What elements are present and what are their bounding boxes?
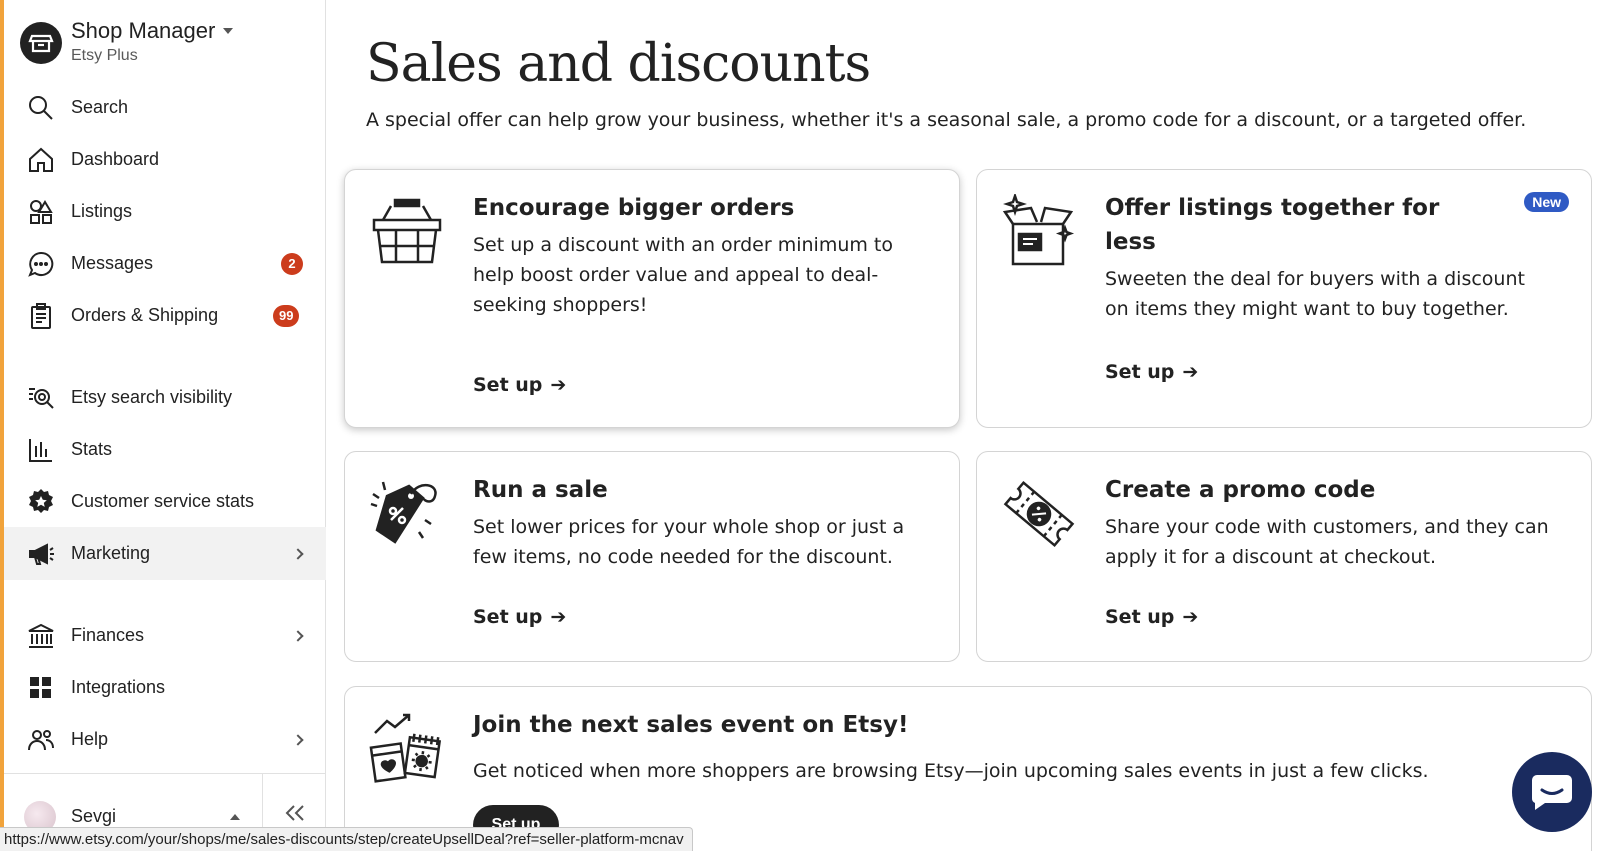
basket-icon — [369, 194, 445, 270]
arrow-right-icon: ➔ — [550, 374, 567, 396]
shop-plan-label: Etsy Plus — [71, 47, 138, 64]
sidebar-item-label: Etsy search visibility — [71, 387, 233, 407]
card-title: Create a promo code — [1105, 477, 1376, 503]
orders-count-badge: 99 — [273, 304, 300, 327]
megaphone-icon — [26, 539, 56, 569]
unread-count-badge: 2 — [281, 252, 303, 275]
arrow-right-icon: ➔ — [1182, 606, 1199, 628]
shop-manager-title: Shop Manager — [71, 18, 234, 44]
card-title: Encourage bigger orders — [473, 195, 795, 221]
set-up-link[interactable]: Set up ➔ — [473, 374, 566, 396]
chevron-right-icon — [292, 629, 304, 642]
price-tag-icon — [369, 476, 445, 552]
sidebar-item-label: Stats — [71, 439, 113, 459]
card-run-a-sale[interactable]: Run a sale Set lower prices for your who… — [344, 451, 960, 662]
sidebar-item-label: Orders & Shipping — [71, 305, 219, 325]
double-chevron-left-icon — [285, 805, 304, 821]
search-list-icon — [26, 383, 56, 413]
sidebar-item-label: Finances — [71, 625, 145, 645]
search-icon — [26, 93, 56, 123]
card-offer-listings-together[interactable]: Offer listings together for less New Swe… — [976, 169, 1592, 428]
sidebar-item-finances[interactable]: Finances — [4, 609, 326, 662]
page-description: A special offer can help grow your busin… — [366, 109, 1527, 131]
chat-bubble-icon — [1531, 775, 1572, 810]
clipboard-icon — [26, 301, 56, 331]
set-up-link[interactable]: Set up ➔ — [1105, 361, 1198, 383]
user-name: Sevgi — [71, 806, 117, 826]
set-up-link[interactable]: Set up ➔ — [1105, 606, 1198, 628]
shop-header[interactable]: Shop Manager Etsy Plus — [20, 18, 234, 65]
sidebar-item-label: Dashboard — [71, 149, 160, 169]
sidebar-item-search[interactable]: Search — [4, 81, 326, 134]
arrow-right-icon: ➔ — [1182, 361, 1199, 383]
card-title: Offer listings together for less — [1105, 195, 1440, 255]
sidebar-item-etsy-search-visibility[interactable]: Etsy search visibility — [4, 371, 326, 424]
card-description: Share your code with customers, and they… — [1105, 516, 1549, 568]
status-bar-url: https://www.etsy.com/your/shops/me/sales… — [0, 827, 693, 851]
sidebar-item-label: Marketing — [71, 543, 151, 563]
chat-icon — [26, 249, 56, 279]
home-icon — [26, 145, 56, 175]
new-badge: New — [1524, 192, 1569, 212]
card-title: Join the next sales event on Etsy! — [473, 712, 909, 738]
caret-up-icon — [230, 814, 240, 820]
open-box-icon — [1001, 192, 1077, 270]
sidebar-item-stats[interactable]: Stats — [4, 423, 326, 476]
sidebar-item-label: Customer service stats — [71, 491, 255, 511]
sidebar-item-label: Listings — [71, 201, 133, 221]
card-title: Run a sale — [473, 477, 608, 503]
set-up-link[interactable]: Set up ➔ — [473, 606, 566, 628]
shop-icon — [20, 22, 62, 64]
sidebar-item-listings[interactable]: Listings — [4, 185, 326, 238]
card-description: Set up a discount with an order minimum … — [473, 234, 894, 316]
people-icon — [26, 725, 56, 755]
sidebar: Shop Manager Etsy Plus Search Dashboard … — [0, 0, 326, 851]
sidebar-item-label: Integrations — [71, 677, 166, 697]
calendar-event-icon — [369, 711, 445, 787]
star-badge-icon — [26, 487, 56, 517]
sidebar-item-label: Search — [71, 97, 129, 117]
sidebar-item-label: Help — [71, 729, 109, 749]
chevron-right-icon — [292, 733, 304, 746]
bar-chart-icon — [26, 435, 56, 465]
chevron-right-icon — [292, 547, 304, 560]
sidebar-item-help[interactable]: Help — [4, 713, 326, 766]
sidebar-item-messages[interactable]: Messages 2 — [4, 237, 326, 290]
card-description: Set lower prices for your whole shop or … — [473, 516, 905, 568]
card-description: Sweeten the deal for buyers with a disco… — [1105, 268, 1525, 320]
arrow-right-icon: ➔ — [550, 606, 567, 628]
sidebar-item-integrations[interactable]: Integrations — [4, 661, 326, 714]
grid-icon — [26, 673, 56, 703]
help-chat-button[interactable] — [1512, 752, 1592, 832]
sidebar-item-orders-shipping[interactable]: Orders & Shipping 99 — [4, 289, 326, 342]
coupon-icon — [1001, 476, 1077, 552]
card-create-promo-code[interactable]: Create a promo code Share your code with… — [976, 451, 1592, 662]
card-encourage-bigger-orders[interactable]: Encourage bigger orders Set up a discoun… — [344, 169, 960, 428]
shapes-icon — [26, 197, 56, 227]
sidebar-item-dashboard[interactable]: Dashboard — [4, 133, 326, 186]
caret-down-icon — [223, 28, 234, 34]
sidebar-item-marketing[interactable]: Marketing — [4, 527, 326, 580]
sidebar-item-label: Messages — [71, 253, 154, 273]
main-content: Sales and discounts A special offer can … — [326, 0, 1600, 851]
bank-icon — [26, 621, 56, 651]
card-description: Get noticed when more shoppers are brows… — [473, 760, 1429, 782]
sidebar-item-customer-service-stats[interactable]: Customer service stats — [4, 475, 326, 528]
page-title: Sales and discounts — [366, 34, 871, 94]
